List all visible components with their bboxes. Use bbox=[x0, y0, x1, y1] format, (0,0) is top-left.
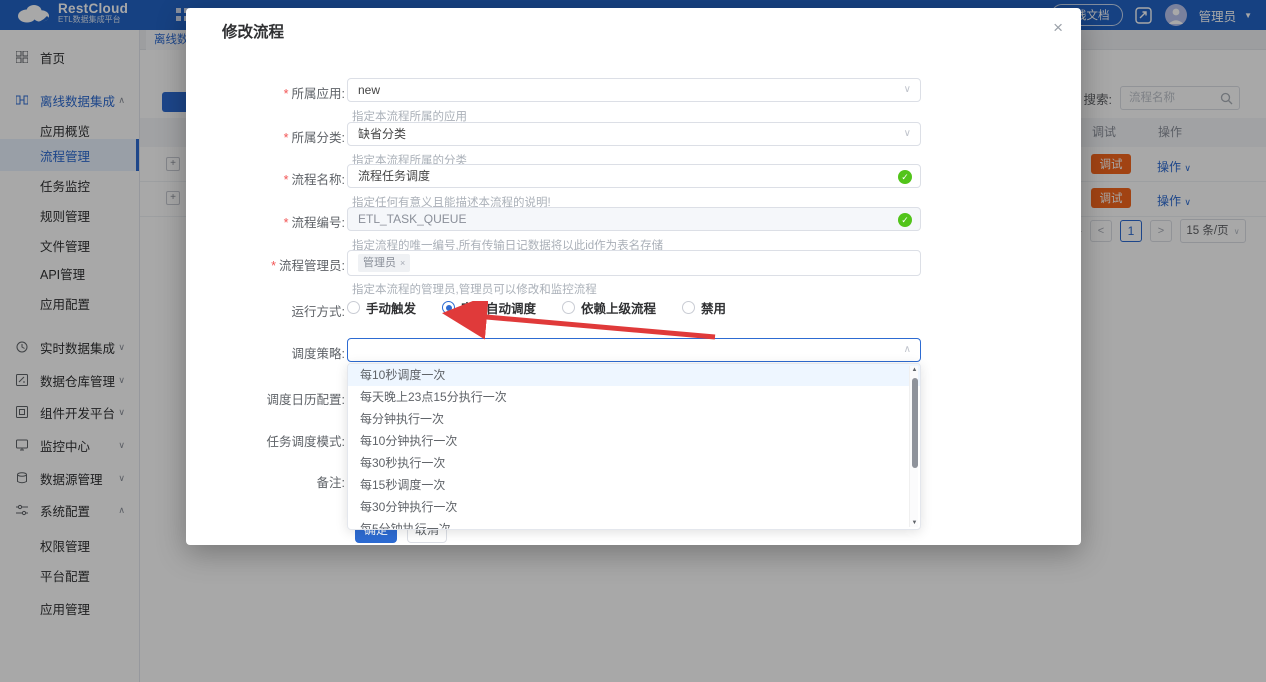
label-text: 调度策略: bbox=[292, 347, 345, 361]
dropdown-option[interactable]: 每5分钟执行一次 bbox=[348, 518, 920, 530]
required-mark: * bbox=[271, 259, 276, 273]
dropdown-option[interactable]: 每天晚上23点15分执行一次 bbox=[348, 386, 920, 408]
field-label-name: *流程名称: bbox=[186, 169, 345, 188]
field-label-schedule: 调度策略: bbox=[186, 343, 345, 362]
dropdown-option[interactable]: 每10分钟执行一次 bbox=[348, 430, 920, 452]
label-text: 流程编号: bbox=[292, 216, 345, 230]
field-label-task-mode: 任务调度模式: bbox=[186, 431, 345, 450]
label-text: 调度日历配置: bbox=[267, 393, 345, 407]
required-mark: * bbox=[284, 87, 289, 101]
field-label-admin: *流程管理员: bbox=[186, 255, 345, 274]
process-name-input[interactable]: 流程任务调度 ✓ bbox=[347, 164, 921, 188]
label-text: 所属应用: bbox=[292, 87, 345, 101]
schedule-policy-dropdown: 每10秒调度一次 每天晚上23点15分执行一次 每分钟执行一次 每10分钟执行一… bbox=[347, 363, 921, 530]
tag-remove-icon[interactable]: × bbox=[400, 258, 405, 268]
field-label-app: *所属应用: bbox=[186, 83, 345, 102]
dropdown-option[interactable]: 每10秒调度一次 bbox=[348, 364, 920, 386]
radio-manual-trigger[interactable]: 手动触发 bbox=[347, 298, 416, 317]
chevron-down-icon: ∨ bbox=[904, 79, 911, 101]
radio-label: 手动触发 bbox=[366, 298, 416, 317]
label-text: 运行方式: bbox=[292, 305, 345, 319]
dropdown-option[interactable]: 每15秒调度一次 bbox=[348, 474, 920, 496]
scrollbar-thumb[interactable] bbox=[912, 378, 918, 468]
valid-check-icon: ✓ bbox=[898, 170, 912, 184]
process-code-input: ETL_TASK_QUEUE ✓ bbox=[347, 207, 921, 231]
close-icon[interactable]: × bbox=[1053, 18, 1063, 38]
admin-tag-label: 管理员 bbox=[363, 257, 396, 269]
process-admin-input[interactable]: 管理员 × bbox=[347, 250, 921, 276]
red-annotation-arrow bbox=[426, 301, 726, 346]
modal-title: 修改流程 bbox=[222, 20, 284, 42]
app-select-value: new bbox=[358, 83, 380, 97]
radio-circle bbox=[347, 301, 360, 314]
field-label-remark: 备注: bbox=[186, 472, 345, 491]
admin-tag: 管理员 × bbox=[358, 254, 410, 272]
label-text: 所属分类: bbox=[292, 131, 345, 145]
category-select[interactable]: 缺省分类 ∨ bbox=[347, 122, 921, 146]
label-text: 流程名称: bbox=[292, 173, 345, 187]
required-mark: * bbox=[284, 216, 289, 230]
valid-check-icon: ✓ bbox=[898, 213, 912, 227]
dropdown-option[interactable]: 每30秒执行一次 bbox=[348, 452, 920, 474]
chevron-up-icon: ∧ bbox=[904, 339, 911, 361]
field-label-code: *流程编号: bbox=[186, 212, 345, 231]
dropdown-option[interactable]: 每分钟执行一次 bbox=[348, 408, 920, 430]
process-name-value: 流程任务调度 bbox=[358, 169, 430, 183]
field-help-admin: 指定本流程的管理员,管理员可以修改和监控流程 bbox=[352, 281, 597, 297]
category-select-value: 缺省分类 bbox=[358, 127, 406, 141]
field-label-run-mode: 运行方式: bbox=[186, 301, 345, 320]
label-text: 任务调度模式: bbox=[267, 435, 345, 449]
label-text: 流程管理员: bbox=[279, 259, 345, 273]
scroll-up-icon[interactable]: ▲ bbox=[910, 367, 919, 373]
field-label-calendar: 调度日历配置: bbox=[186, 389, 345, 408]
required-mark: * bbox=[284, 131, 289, 145]
process-code-value: ETL_TASK_QUEUE bbox=[358, 212, 466, 226]
dropdown-option[interactable]: 每30分钟执行一次 bbox=[348, 496, 920, 518]
label-text: 备注: bbox=[317, 476, 345, 490]
edit-process-modal: 修改流程 × *所属应用: new ∨ 指定本流程所属的应用 *所属分类: 缺省… bbox=[186, 8, 1081, 545]
required-mark: * bbox=[284, 173, 289, 187]
field-label-category: *所属分类: bbox=[186, 127, 345, 146]
dropdown-scrollbar[interactable]: ▲ ▼ bbox=[909, 366, 918, 527]
app-select[interactable]: new ∨ bbox=[347, 78, 921, 102]
chevron-down-icon: ∨ bbox=[904, 123, 911, 145]
scroll-down-icon[interactable]: ▼ bbox=[910, 520, 919, 526]
